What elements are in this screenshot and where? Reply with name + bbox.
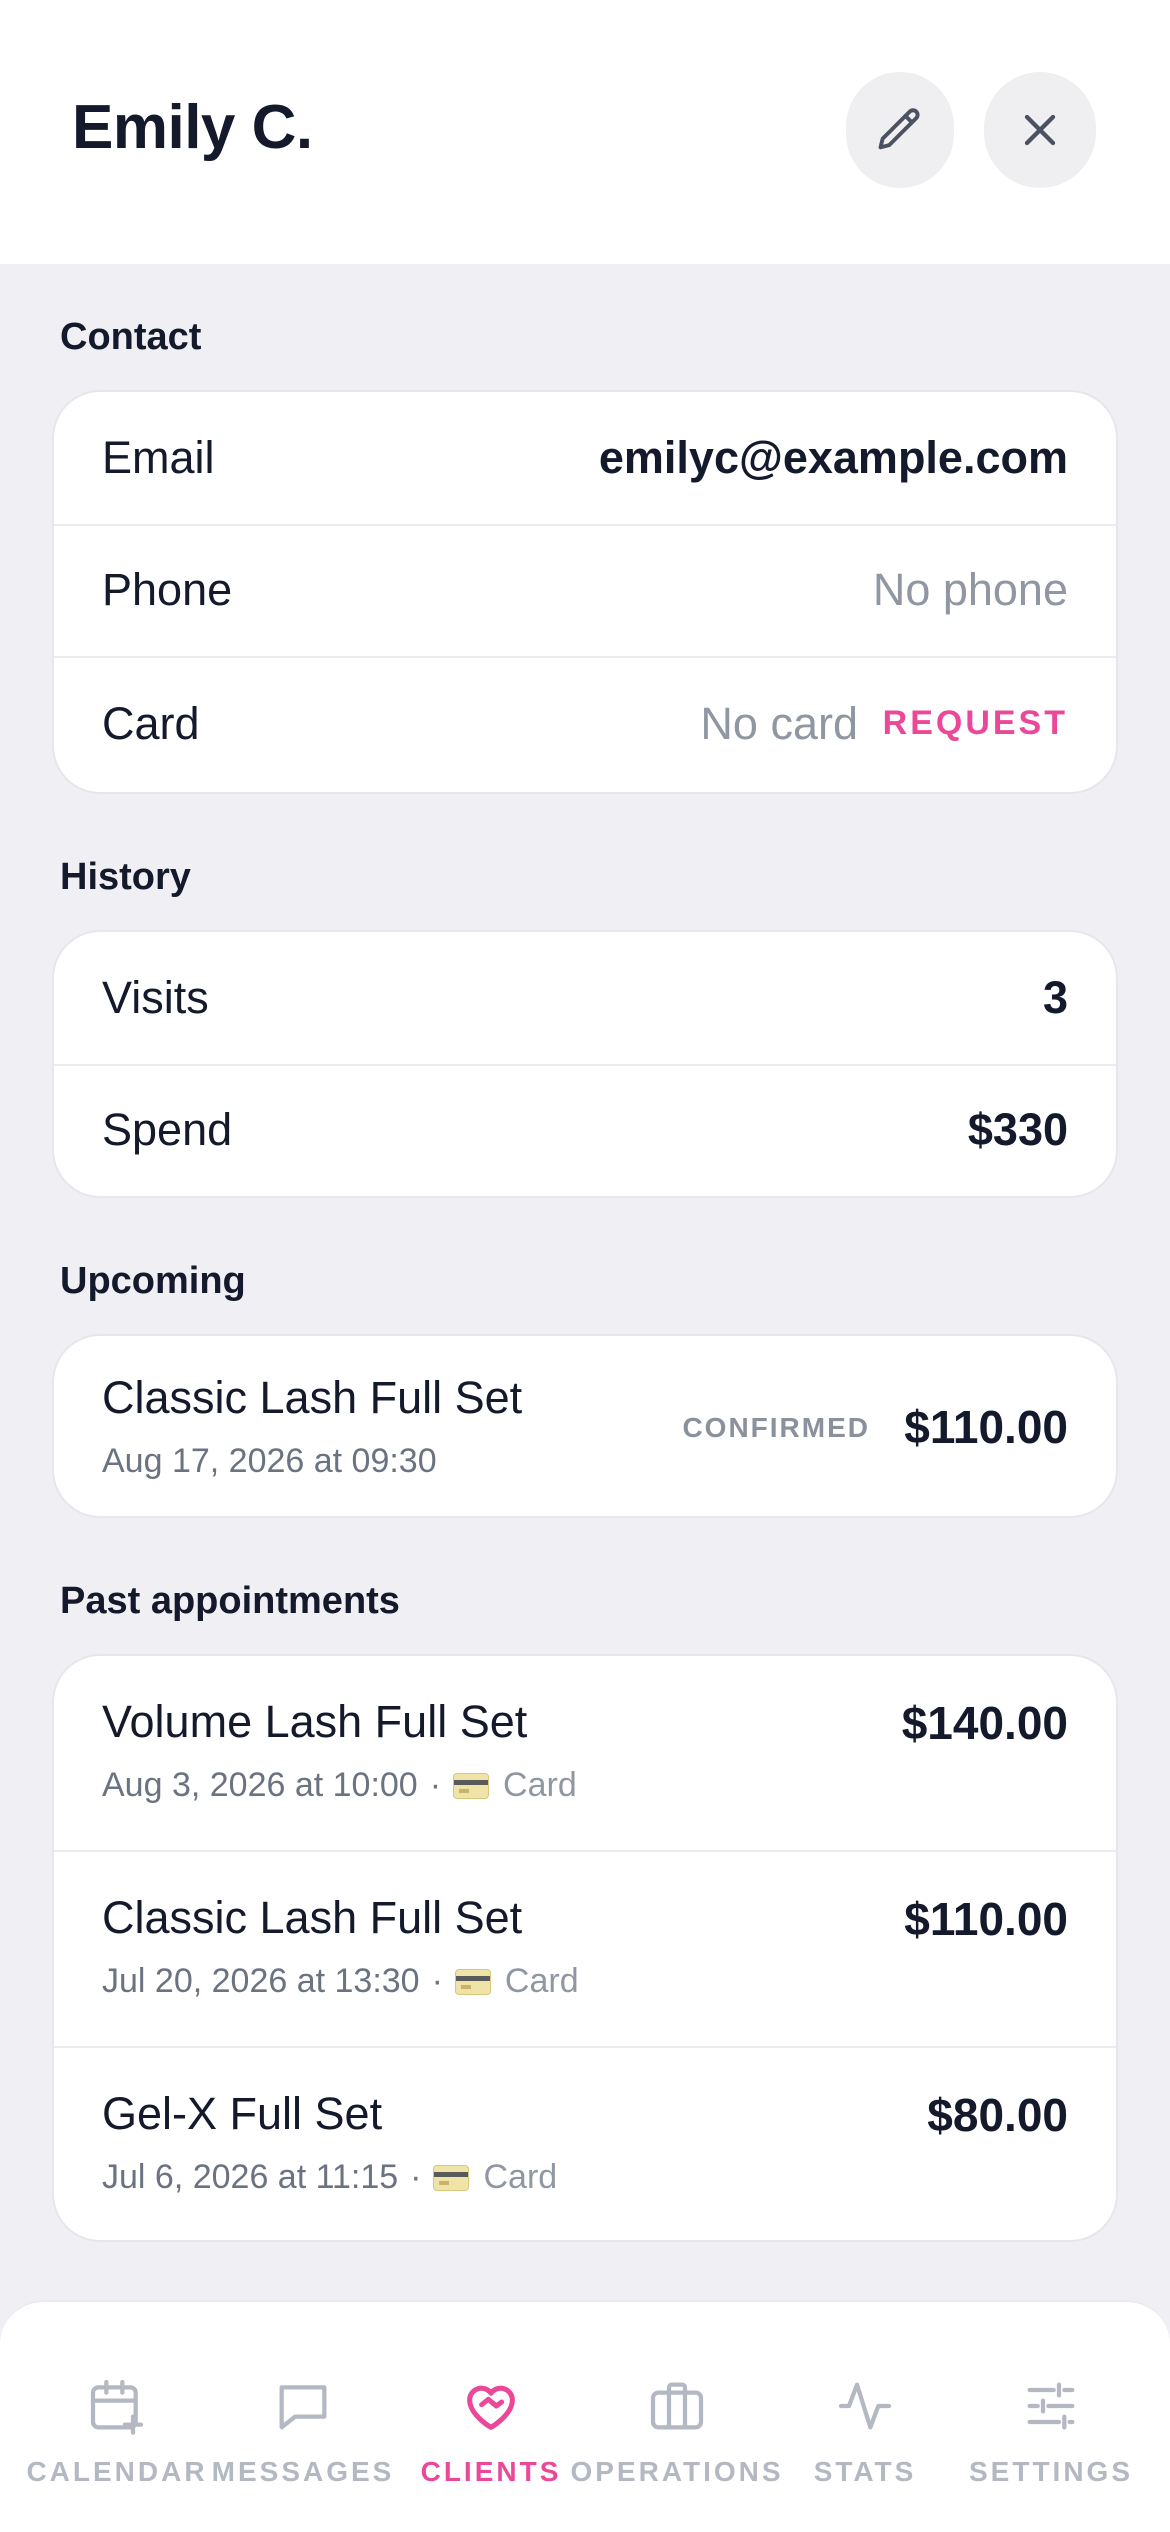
appointment-meta: Jul 6, 2026 at 11:15 · Card [102,2158,557,2197]
nav-label: STATS [813,2456,917,2487]
credit-card-icon [453,1772,490,1799]
nav-calendar[interactable]: CALENDAR [22,2374,212,2504]
visits-value: 3 [1042,972,1068,1023]
appointment-price: $80.00 [927,2089,1068,2141]
header: Emily C. [0,0,1170,264]
separator: · [431,1962,443,2000]
status-badge: CONFIRMED [682,1412,870,1443]
sliders-icon [1027,2382,1075,2430]
past-section-label: Past appointments [60,1580,400,1622]
email-value: emilyc@example.com [598,432,1068,483]
card-row: Card No card REQUEST [54,658,1116,792]
spend-label: Spend [102,1104,233,1155]
appointment-title: Classic Lash Full Set [102,1372,523,1423]
spend-value: $330 [967,1104,1068,1155]
close-icon [1024,114,1056,146]
upcoming-section-label: Upcoming [60,1260,246,1302]
nav-label: CALENDAR [26,2456,208,2487]
appointment-datetime: Jul 6, 2026 at 11:15 [102,2158,399,2196]
appointment-title: Gel-X Full Set [102,2088,383,2139]
appointment-datetime: Aug 17, 2026 at 09:30 [102,1442,437,1480]
credit-card-icon [433,2164,470,2191]
appointment-price: $110.00 [904,1401,1068,1453]
phone-label: Phone [102,564,233,615]
history-section-label: History [60,856,191,898]
contact-card: Email emilyc@example.com Phone No phone … [52,390,1118,794]
nav-label: MESSAGES [211,2456,395,2487]
spend-row: Spend $330 [54,1066,1116,1196]
request-card-button[interactable]: REQUEST [883,704,1068,743]
credit-card-icon [454,1968,491,1995]
visits-row: Visits 3 [54,932,1116,1066]
activity-icon [838,2382,892,2430]
nav-label: CLIENTS [420,2456,562,2487]
appointment-meta: Jul 20, 2026 at 13:30 · Card [102,1962,579,2001]
bottom-nav: CALENDAR MESSAGES CLIENTS OPERATIONS STA… [0,2300,1170,2532]
appointment-title: Volume Lash Full Set [102,1696,528,1747]
payment-method: Card [503,1766,577,1804]
email-label: Email [102,432,215,483]
phone-value: No phone [872,564,1068,615]
nav-label: OPERATIONS [570,2456,784,2487]
separator: · [429,1766,442,1804]
card-value: No card [700,698,858,749]
appointment-price: $140.00 [901,1697,1068,1749]
visits-label: Visits [102,972,209,1023]
nav-operations[interactable]: OPERATIONS [570,2374,781,2504]
client-detail-screen: Emily C. Contact Email emilyc@example.co… [0,0,1170,2532]
nav-messages[interactable]: MESSAGES [208,2374,398,2504]
nav-stats[interactable]: STATS [770,2374,960,2504]
edit-button[interactable] [846,72,954,188]
nav-clients[interactable]: CLIENTS [396,2374,586,2504]
past-appointment-row[interactable]: Volume Lash Full Set Aug 3, 2026 at 10:0… [54,1656,1116,1852]
appointment-price: $110.00 [904,1893,1068,1945]
briefcase-icon [650,2382,704,2430]
message-icon [279,2385,327,2430]
heart-handshake-icon [467,2385,515,2430]
payment-method: Card [504,1962,579,2000]
close-button[interactable] [984,72,1096,188]
client-name: Emily C. [72,93,313,162]
nav-settings[interactable]: SETTINGS [956,2374,1146,2504]
upcoming-appointment[interactable]: Classic Lash Full Set Aug 17, 2026 at 09… [54,1336,1116,1516]
appointment-datetime: Jul 20, 2026 at 13:30 [102,1962,420,2000]
separator: · [410,2158,422,2196]
past-appointments-card: Volume Lash Full Set Aug 3, 2026 at 10:0… [52,1654,1118,2242]
pencil-icon [878,108,920,150]
upcoming-card: Classic Lash Full Set Aug 17, 2026 at 09… [52,1334,1118,1518]
past-appointment-row[interactable]: Gel-X Full Set Jul 6, 2026 at 11:15 · Ca… [54,2048,1116,2240]
history-card: Visits 3 Spend $330 [52,930,1118,1198]
contact-section-label: Contact [60,316,202,358]
nav-label: SETTINGS [968,2456,1133,2487]
calendar-plus-icon [90,2379,144,2435]
appointment-title: Classic Lash Full Set [102,1892,523,1943]
phone-row[interactable]: Phone No phone [54,526,1116,658]
appointment-meta: Aug 3, 2026 at 10:00 · Card [102,1766,577,1805]
payment-method: Card [483,2158,558,2196]
email-row[interactable]: Email emilyc@example.com [54,392,1116,526]
past-appointment-row[interactable]: Classic Lash Full Set Jul 20, 2026 at 13… [54,1852,1116,2048]
card-label: Card [102,698,200,749]
appointment-datetime: Aug 3, 2026 at 10:00 [102,1766,418,1804]
